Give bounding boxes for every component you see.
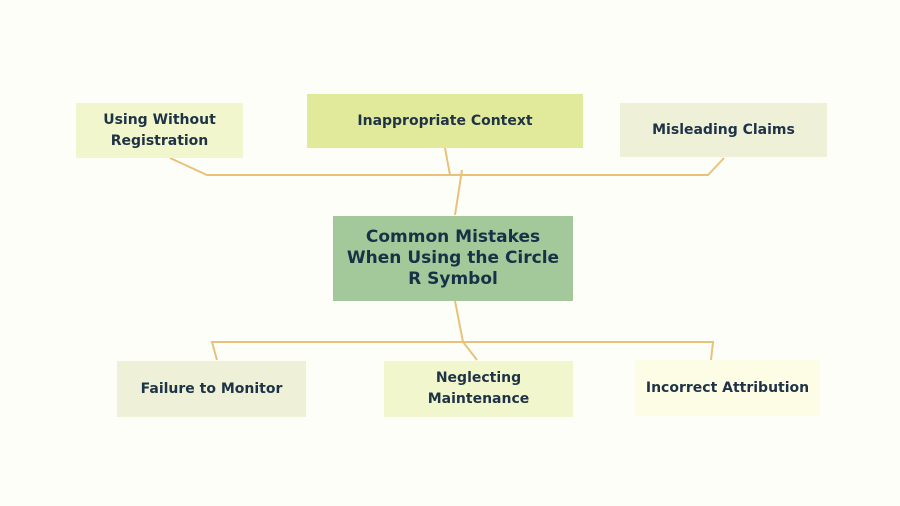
node-misleading-claims: Misleading Claims — [620, 103, 827, 157]
center-node-common-mistakes: Common Mistakes When Using the Circle R … — [333, 216, 573, 301]
node-incorrect-attribution: Incorrect Attribution — [635, 360, 820, 416]
node-inappropriate-context: Inappropriate Context — [307, 94, 583, 148]
node-using-without-registration: Using Without Registration — [76, 103, 243, 158]
connector-top-middle — [444, 147, 451, 176]
connector-bottom-trunk — [454, 300, 478, 361]
connector-bottom-bus — [210, 341, 715, 361]
node-failure-to-monitor: Failure to Monitor — [117, 361, 306, 417]
node-neglecting-maintenance: Neglecting Maintenance — [384, 361, 573, 417]
connector-top-trunk — [454, 169, 463, 216]
